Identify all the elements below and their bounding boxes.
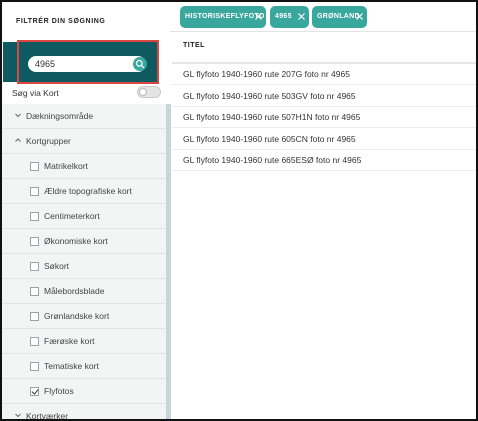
close-icon[interactable] bbox=[254, 12, 263, 21]
filter-option[interactable]: Målebordsblade bbox=[2, 279, 166, 304]
result-title[interactable]: GL flyfoto 1940-1960 rute 503GV foto nr … bbox=[183, 91, 356, 101]
filter-option[interactable]: Økonomiske kort bbox=[2, 229, 166, 254]
checkbox[interactable] bbox=[30, 162, 39, 171]
filter-option-label: Grønlandske kort bbox=[44, 311, 110, 321]
filter-option-label: Færøske kort bbox=[44, 336, 95, 346]
filter-group[interactable]: Kortværker bbox=[2, 404, 166, 421]
result-title[interactable]: GL flyfoto 1940-1960 rute 605CN foto nr … bbox=[183, 134, 356, 144]
table-row[interactable]: GL flyfoto 1940-1960 rute 665ESØ foto nr… bbox=[172, 150, 476, 171]
map-search-toggle-label: Søg via Kort bbox=[12, 88, 59, 98]
filter-option-label: Matrikelkort bbox=[44, 161, 88, 171]
filter-chip: GRØNLAND bbox=[312, 6, 367, 28]
filter-option[interactable]: Flyfotos bbox=[2, 379, 166, 404]
filter-option-label: Centimeterkort bbox=[44, 211, 100, 221]
result-title[interactable]: GL flyfoto 1940-1960 rute 507H1N foto nr… bbox=[183, 112, 360, 122]
table-row[interactable]: GL flyfoto 1940-1960 rute 207G foto nr 4… bbox=[172, 64, 476, 85]
filter-option[interactable]: Ældre topografiske kort bbox=[2, 179, 166, 204]
filter-option-label: Flyfotos bbox=[44, 386, 74, 396]
table-row[interactable]: GL flyfoto 1940-1960 rute 605CN foto nr … bbox=[172, 129, 476, 150]
result-title[interactable]: GL flyfoto 1940-1960 rute 207G foto nr 4… bbox=[183, 69, 350, 79]
search-highlight-box bbox=[17, 40, 159, 84]
filter-option[interactable]: Tematiske kort bbox=[2, 354, 166, 379]
filter-option-label: Økonomiske kort bbox=[44, 236, 108, 246]
filter-chip-label: 4965 bbox=[275, 13, 292, 20]
filter-option[interactable]: Færøske kort bbox=[2, 329, 166, 354]
filter-option[interactable]: Centimeterkort bbox=[2, 204, 166, 229]
checkbox[interactable] bbox=[30, 312, 39, 321]
checkbox[interactable] bbox=[30, 362, 39, 371]
filter-heading: FILTRÉR DIN SØGNING bbox=[16, 18, 106, 25]
filter-group[interactable]: Dækningsområde bbox=[2, 104, 166, 129]
close-icon[interactable] bbox=[297, 12, 306, 21]
divider bbox=[170, 31, 476, 32]
filter-chip: 4965 bbox=[270, 6, 309, 28]
filter-group-label: Kortgrupper bbox=[26, 136, 71, 146]
filter-group-label: Kortværker bbox=[26, 411, 69, 421]
checkbox[interactable] bbox=[30, 287, 39, 296]
filter-option-label: Tematiske kort bbox=[44, 361, 99, 371]
filter-chip-label: HISTORISKEFLYFOTO bbox=[185, 13, 265, 20]
filter-chip-label: GRØNLAND bbox=[317, 13, 360, 20]
checkbox[interactable] bbox=[30, 337, 39, 346]
checkbox[interactable] bbox=[30, 212, 39, 221]
filter-tree: Dækningsområde Kortgrupper Matrikelkort Æld… bbox=[2, 104, 166, 421]
filter-option[interactable]: Søkort bbox=[2, 254, 166, 279]
map-search-toggle[interactable] bbox=[137, 86, 161, 98]
checkbox[interactable] bbox=[30, 187, 39, 196]
table-row[interactable]: GL flyfoto 1940-1960 rute 507H1N foto nr… bbox=[172, 107, 476, 128]
map-search-toggle-row: Søg via Kort bbox=[12, 86, 164, 100]
filter-group[interactable]: Kortgrupper bbox=[2, 129, 166, 154]
toggle-knob bbox=[139, 88, 147, 96]
filter-option-label: Ældre topografiske kort bbox=[44, 186, 132, 196]
filter-option[interactable]: Grønlandske kort bbox=[2, 304, 166, 329]
column-header-title[interactable]: TITEL bbox=[183, 42, 205, 49]
result-title[interactable]: GL flyfoto 1940-1960 rute 665ESØ foto nr… bbox=[183, 155, 361, 165]
chevron-down-icon bbox=[15, 113, 21, 118]
sidebar-scrollbar[interactable] bbox=[166, 104, 171, 419]
close-icon[interactable] bbox=[355, 12, 364, 21]
checkbox[interactable] bbox=[30, 262, 39, 271]
filter-group-label: Dækningsområde bbox=[26, 111, 94, 121]
filter-option-label: Målebordsblade bbox=[44, 286, 105, 296]
checkbox[interactable] bbox=[30, 387, 39, 396]
chevron-up-icon bbox=[15, 138, 21, 142]
table-row[interactable]: GL flyfoto 1940-1960 rute 503GV foto nr … bbox=[172, 86, 476, 107]
filter-option-label: Søkort bbox=[44, 261, 70, 271]
filter-option[interactable]: Matrikelkort bbox=[2, 154, 166, 179]
checkbox[interactable] bbox=[30, 237, 39, 246]
chevron-down-icon bbox=[15, 413, 21, 418]
filter-chip: HISTORISKEFLYFOTO bbox=[180, 6, 266, 28]
